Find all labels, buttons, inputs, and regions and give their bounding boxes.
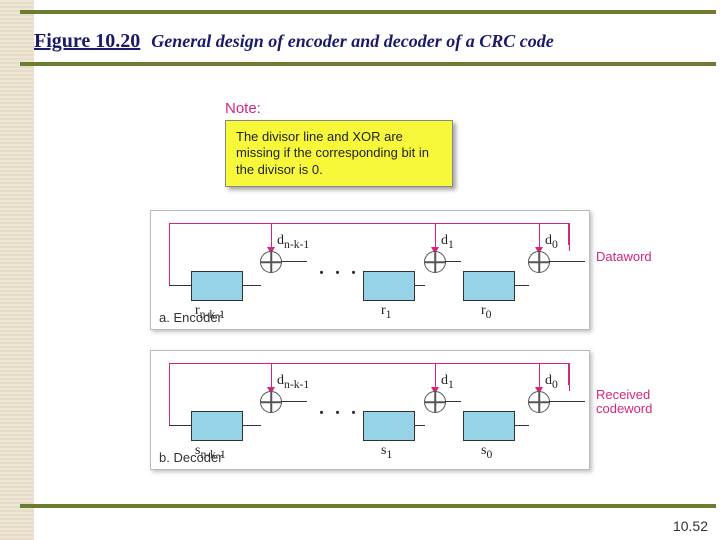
- panel-caption: a. Encoder: [159, 310, 222, 325]
- reg-label: r1: [381, 303, 392, 321]
- d-label: d0: [545, 373, 558, 391]
- wire: [445, 261, 461, 262]
- d-label: d1: [441, 373, 454, 391]
- wire: [243, 425, 261, 426]
- decoder-panel: dn-k-1 sn-k-1 . . . d1 s1 d0 s0 b. Decod…: [150, 350, 590, 470]
- note-box: Note: The divisor line and XOR are missi…: [225, 100, 453, 187]
- wire: [169, 425, 191, 426]
- feedback-drop-left: [169, 385, 170, 425]
- sidebar-decorative-strip: [0, 0, 34, 540]
- wire: [415, 285, 425, 286]
- d-label: d1: [441, 233, 454, 251]
- register-box: [463, 271, 515, 301]
- feedback-tap: [569, 223, 570, 251]
- reg-label: r0: [481, 303, 492, 321]
- feedback-bus: [169, 363, 569, 385]
- decoder-io-label: Received codeword: [596, 388, 670, 417]
- register-box: [363, 271, 415, 301]
- feedback-tap: [569, 363, 570, 391]
- wire: [515, 425, 529, 426]
- d-label: dn-k-1: [277, 373, 309, 391]
- xor-node: [424, 251, 446, 273]
- ellipsis: . . .: [319, 257, 359, 280]
- d-label: d0: [545, 233, 558, 251]
- divider-top-1: [20, 10, 716, 14]
- register-box: [191, 411, 243, 441]
- figure-number: Figure 10.20: [34, 30, 140, 52]
- wire: [549, 401, 585, 402]
- wire: [281, 261, 307, 262]
- register-box: [463, 411, 515, 441]
- encoder-io-label: Dataword: [596, 250, 670, 264]
- wire: [515, 285, 529, 286]
- wire: [445, 401, 461, 402]
- wire: [281, 401, 307, 402]
- wire: [549, 261, 585, 262]
- wire: [169, 285, 191, 286]
- feedback-drop-left: [169, 245, 170, 285]
- xor-node: [528, 391, 550, 413]
- page-number: 10.52: [673, 518, 708, 534]
- register-box: [363, 411, 415, 441]
- panel-caption: b. Decoder: [159, 450, 223, 465]
- reg-label: s0: [481, 443, 492, 461]
- wire: [415, 425, 425, 426]
- figure-caption: General design of encoder and decoder of…: [151, 31, 553, 51]
- reg-label: s1: [381, 443, 392, 461]
- register-box: [191, 271, 243, 301]
- figure-title: Figure 10.20 General design of encoder a…: [34, 30, 554, 53]
- xor-node: [260, 251, 282, 273]
- divider-bottom: [20, 504, 716, 508]
- d-label: dn-k-1: [277, 233, 309, 251]
- encoder-panel: dn-k-1 rn-k-1 . . . d1 r1 d0 r0 a. Encod…: [150, 210, 590, 330]
- xor-node: [260, 391, 282, 413]
- ellipsis: . . .: [319, 397, 359, 420]
- note-label: Note:: [225, 100, 453, 117]
- xor-node: [528, 251, 550, 273]
- xor-node: [424, 391, 446, 413]
- note-body: The divisor line and XOR are missing if …: [225, 120, 453, 187]
- divider-top-2: [20, 62, 716, 66]
- wire: [243, 285, 261, 286]
- feedback-bus: [169, 223, 569, 245]
